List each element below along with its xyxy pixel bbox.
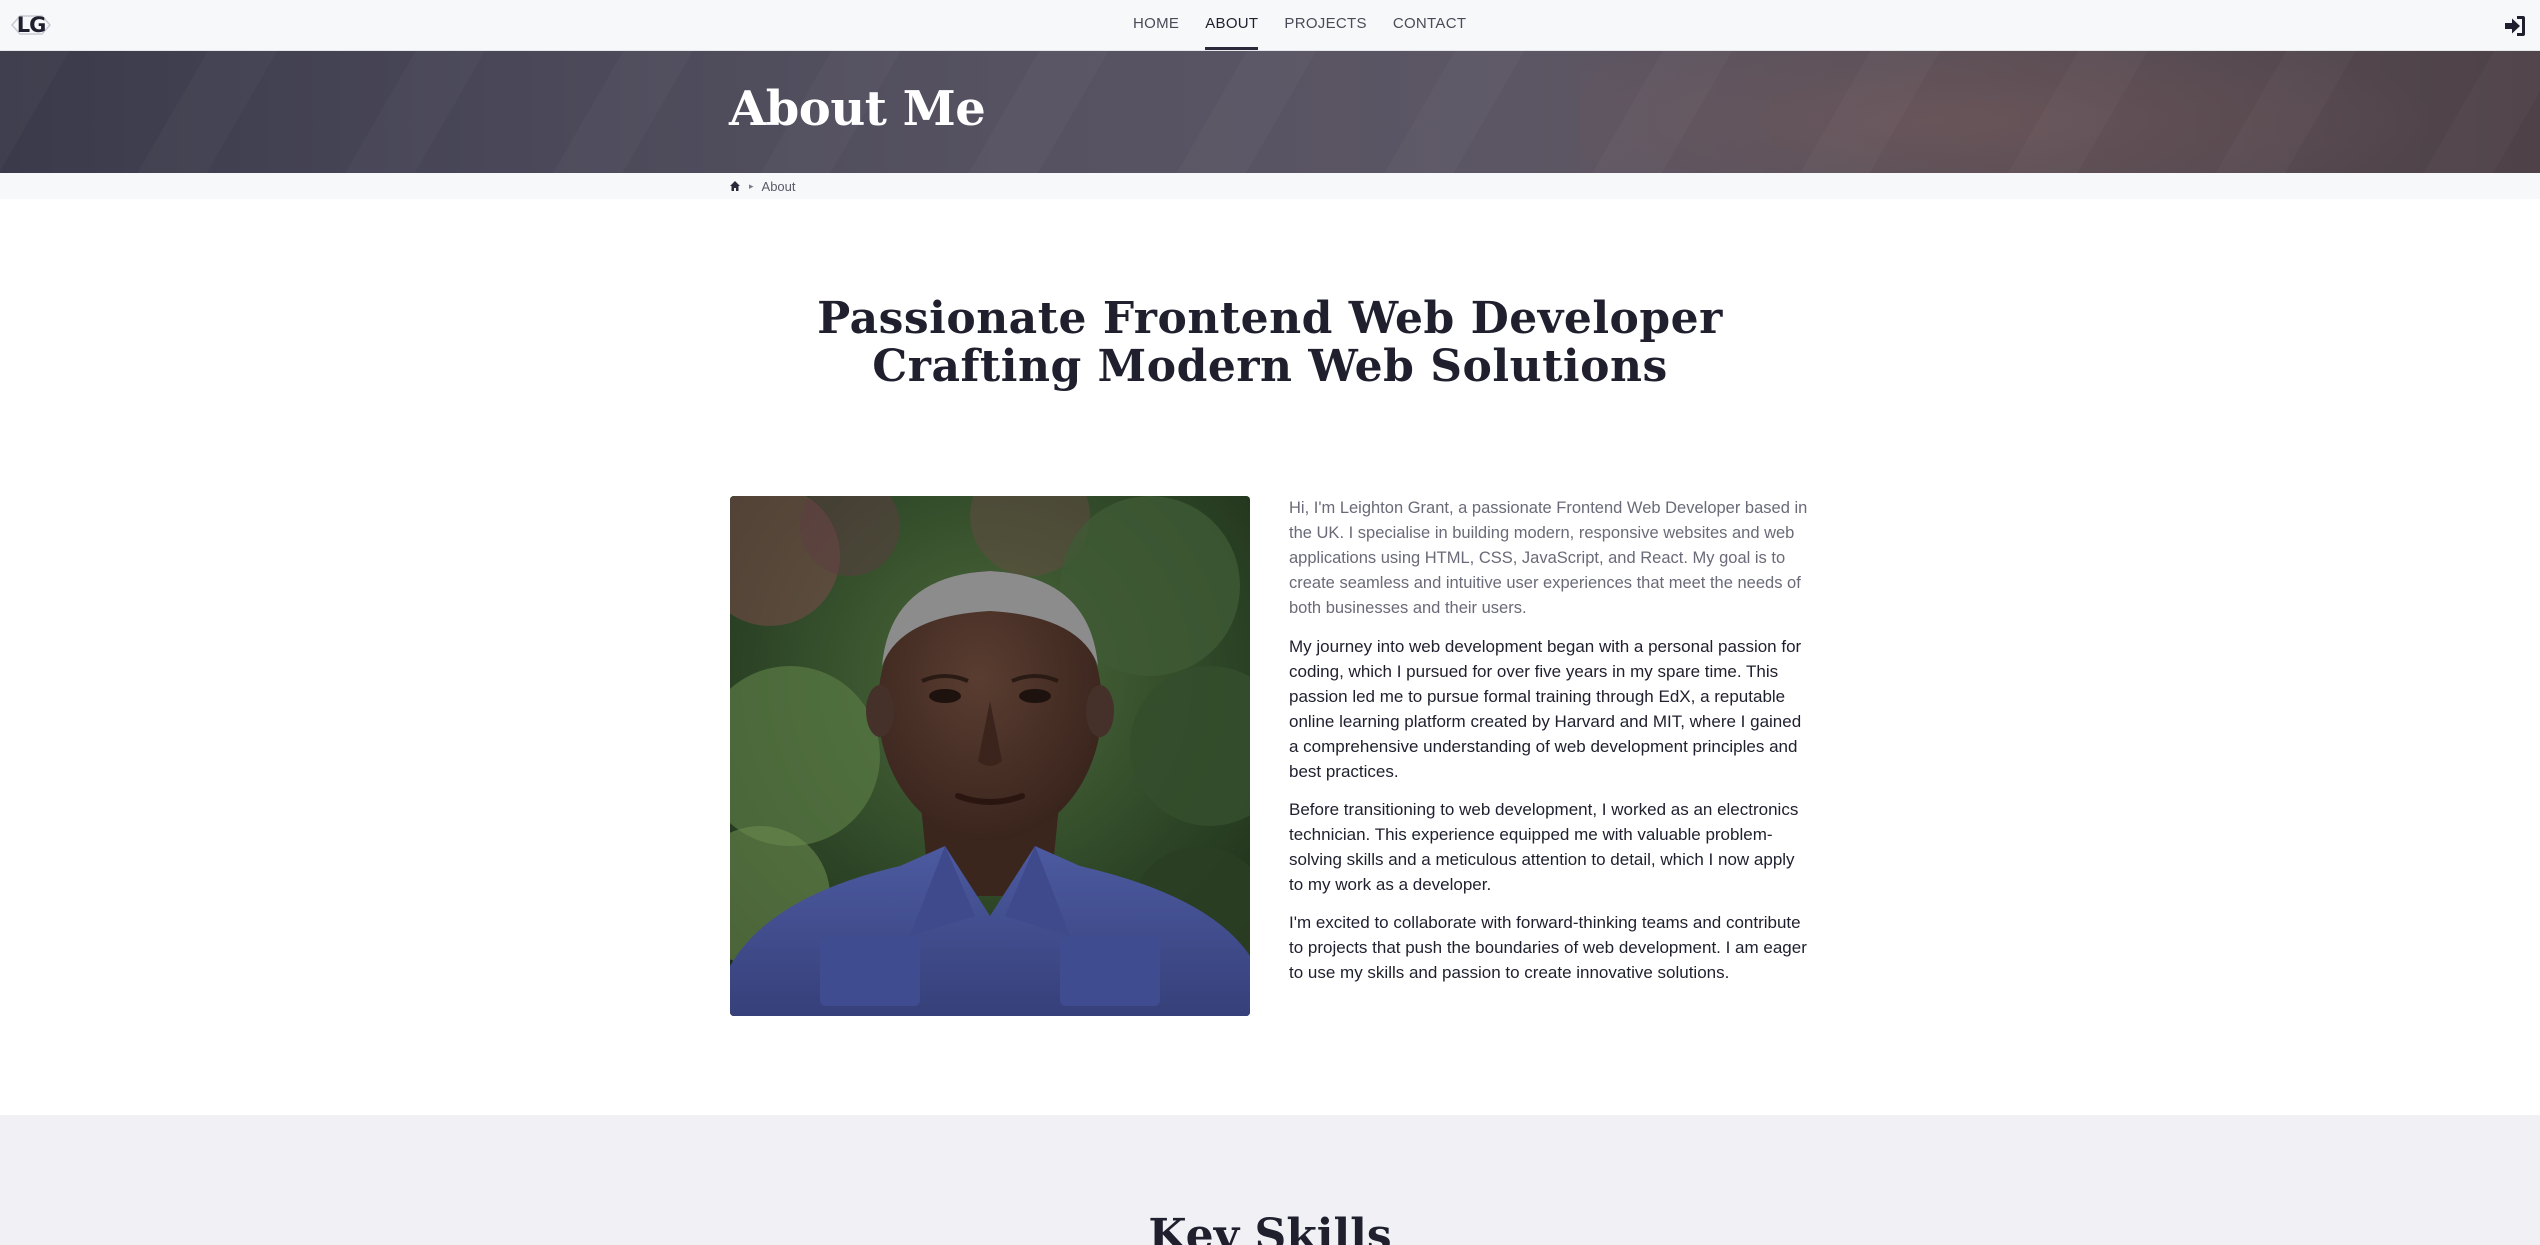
heading-line-1: Passionate Frontend Web Developer — [817, 293, 1723, 344]
intro-paragraph: Hi, I'm Leighton Grant, a passionate Fro… — [1289, 499, 1808, 617]
page-title: About Me — [729, 81, 986, 137]
logo-link[interactable]: LG — [10, 12, 52, 38]
skills-section: Key Skills — [0, 1115, 2540, 1245]
background-paragraph: Before transitioning to web development,… — [1289, 800, 1799, 894]
sign-in-icon[interactable] — [2502, 13, 2528, 39]
skills-heading: Key Skills — [1148, 1210, 1392, 1245]
heading-line-2: Crafting Modern Web Solutions — [872, 341, 1668, 392]
breadcrumb: ▸ About — [729, 173, 796, 199]
breadcrumb-current: About — [761, 178, 796, 194]
logo-text: LG — [16, 13, 47, 37]
profile-photo — [730, 496, 1250, 1016]
main-nav: HOME ABOUT PROJECTS CONTACT — [1120, 0, 1479, 51]
section-heading: Passionate Frontend Web Developer Crafti… — [0, 295, 2540, 391]
about-text: Hi, I'm Leighton Grant, a passionate Fro… — [1289, 496, 1809, 998]
journey-paragraph: My journey into web development began wi… — [1289, 637, 1802, 781]
nav-contact[interactable]: CONTACT — [1380, 0, 1479, 51]
hero-banner: About Me — [0, 51, 2540, 173]
home-icon[interactable] — [729, 180, 741, 192]
closing-paragraph: I'm excited to collaborate with forward-… — [1289, 913, 1807, 982]
nav-home[interactable]: HOME — [1120, 0, 1192, 51]
top-navbar: LG HOME ABOUT PROJECTS CONTACT — [0, 0, 2540, 51]
breadcrumb-bar: ▸ About — [0, 173, 2540, 199]
nav-about[interactable]: ABOUT — [1192, 0, 1271, 51]
breadcrumb-separator: ▸ — [749, 180, 754, 191]
nav-projects[interactable]: PROJECTS — [1271, 0, 1379, 51]
